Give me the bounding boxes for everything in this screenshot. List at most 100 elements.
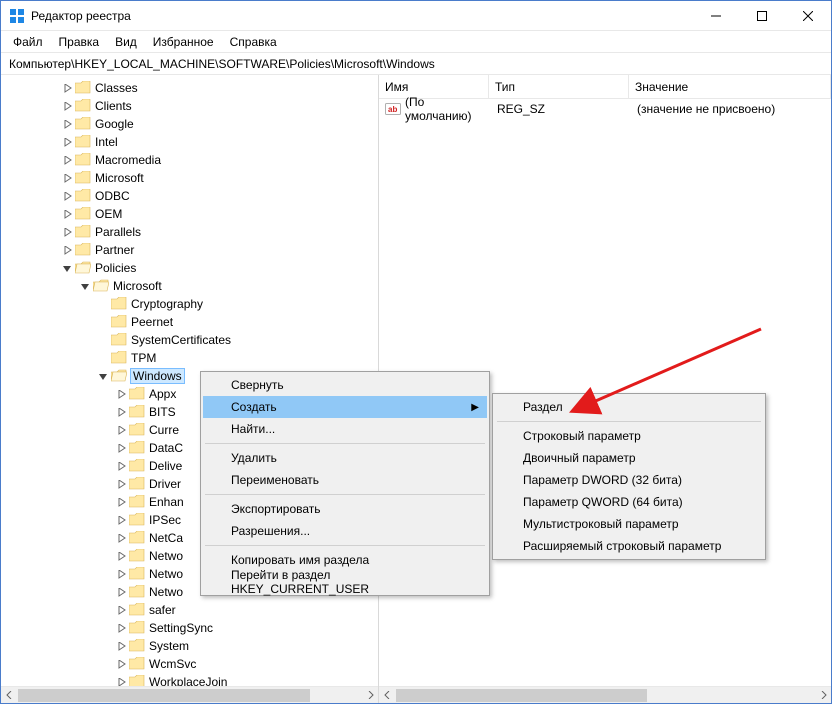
tree-item[interactable]: SystemCertificates [1,331,378,349]
folder-icon [75,135,91,149]
tree-twisty-closed[interactable] [113,498,129,507]
ctx-delete[interactable]: Удалить [203,447,487,469]
close-button[interactable] [785,1,831,31]
app-icon [9,8,25,24]
tree-twisty-closed[interactable] [113,462,129,471]
tree-twisty-open[interactable] [77,282,93,291]
tree-twisty-closed[interactable] [59,138,75,147]
tree-item[interactable]: Cryptography [1,295,378,313]
tree-twisty-closed[interactable] [59,174,75,183]
maximize-button[interactable] [739,1,785,31]
ctx-rename[interactable]: Переименовать [203,469,487,491]
folder-icon [75,207,91,221]
tree-item[interactable]: OEM [1,205,378,223]
col-type[interactable]: Тип [489,75,629,98]
chevron-left-icon [384,691,392,699]
tree-twisty-closed[interactable] [113,552,129,561]
sub-string[interactable]: Строковый параметр [495,425,763,447]
tree-item[interactable]: ODBC [1,187,378,205]
sub-dword[interactable]: Параметр DWORD (32 бита) [495,469,763,491]
address-bar[interactable]: Компьютер\HKEY_LOCAL_MACHINE\SOFTWARE\Po… [1,53,831,75]
sub-key[interactable]: Раздел [495,396,763,418]
scroll-thumb[interactable] [18,689,310,702]
sub-binary[interactable]: Двоичный параметр [495,447,763,469]
string-value-icon: ab [385,101,401,117]
scroll-thumb[interactable] [396,689,647,702]
menu-view[interactable]: Вид [107,33,145,51]
menu-help[interactable]: Справка [222,33,285,51]
tree-twisty-closed[interactable] [113,408,129,417]
tree-item-label: Enhan [149,495,184,509]
tree-twisty-closed[interactable] [113,426,129,435]
tree-twisty-closed[interactable] [59,84,75,93]
tree-item[interactable]: WcmSvc [1,655,378,673]
tree-twisty-closed[interactable] [59,192,75,201]
tree-item[interactable]: Policies [1,259,378,277]
folder-icon [75,261,91,275]
tree-item[interactable]: Peernet [1,313,378,331]
tree-twisty-closed[interactable] [59,120,75,129]
scroll-track[interactable] [396,687,814,704]
tree-item[interactable]: Google [1,115,378,133]
tree-twisty-closed[interactable] [113,588,129,597]
tree-twisty-open[interactable] [95,372,111,381]
scroll-left-button[interactable] [1,687,18,704]
tree-item[interactable]: safer [1,601,378,619]
tree-twisty-closed[interactable] [59,102,75,111]
tree-twisty-closed[interactable] [113,480,129,489]
minimize-button[interactable] [693,1,739,31]
scroll-track[interactable] [18,687,361,704]
sub-qword[interactable]: Параметр QWORD (64 бита) [495,491,763,513]
sub-multi-string[interactable]: Мультистроковый параметр [495,513,763,535]
scroll-right-button[interactable] [814,687,831,704]
tree-twisty-closed[interactable] [59,228,75,237]
scroll-right-button[interactable] [361,687,378,704]
tree-twisty-closed[interactable] [113,678,129,687]
tree-item[interactable]: Microsoft [1,277,378,295]
col-data[interactable]: Значение [629,75,831,98]
tree-twisty-closed[interactable] [113,516,129,525]
tree-item[interactable]: SettingSync [1,619,378,637]
tree-twisty-closed[interactable] [113,606,129,615]
tree-twisty-closed[interactable] [113,570,129,579]
tree-h-scrollbar[interactable] [1,686,378,703]
values-h-scrollbar[interactable] [379,686,831,703]
menu-edit[interactable]: Правка [51,33,108,51]
tree-item[interactable]: Classes [1,79,378,97]
ctx-permissions[interactable]: Разрешения... [203,520,487,542]
tree-twisty-closed[interactable] [113,642,129,651]
ctx-goto-hkcu[interactable]: Перейти в раздел HKEY_CURRENT_USER [203,571,487,593]
menu-favorites[interactable]: Избранное [145,33,222,51]
tree-item-label: DataC [149,441,183,455]
tree-item[interactable]: Macromedia [1,151,378,169]
sub-expand-string[interactable]: Расширяемый строковый параметр [495,535,763,557]
tree-twisty-closed[interactable] [59,246,75,255]
tree-twisty-closed[interactable] [113,444,129,453]
tree-twisty-open[interactable] [59,264,75,273]
tree-twisty-closed[interactable] [113,534,129,543]
window-title: Редактор реестра [31,9,131,23]
tree-item[interactable]: WorkplaceJoin [1,673,378,686]
menu-file[interactable]: Файл [5,33,51,51]
folder-icon [129,585,145,599]
ctx-export[interactable]: Экспортировать [203,498,487,520]
folder-icon [129,675,145,686]
tree-twisty-closed[interactable] [113,390,129,399]
ctx-collapse[interactable]: Свернуть [203,374,487,396]
tree-item[interactable]: Microsoft [1,169,378,187]
tree-item[interactable]: System [1,637,378,655]
ctx-find[interactable]: Найти... [203,418,487,440]
tree-item[interactable]: Clients [1,97,378,115]
tree-item[interactable]: TPM [1,349,378,367]
scroll-left-button[interactable] [379,687,396,704]
ctx-new[interactable]: Создать ▶ [203,396,487,418]
tree-twisty-closed[interactable] [59,210,75,219]
value-row[interactable]: ab (По умолчанию) REG_SZ (значение не пр… [379,99,831,119]
tree-twisty-closed[interactable] [113,660,129,669]
folder-icon [129,639,145,653]
tree-item[interactable]: Parallels [1,223,378,241]
tree-item[interactable]: Intel [1,133,378,151]
tree-twisty-closed[interactable] [113,624,129,633]
tree-item[interactable]: Partner [1,241,378,259]
tree-twisty-closed[interactable] [59,156,75,165]
